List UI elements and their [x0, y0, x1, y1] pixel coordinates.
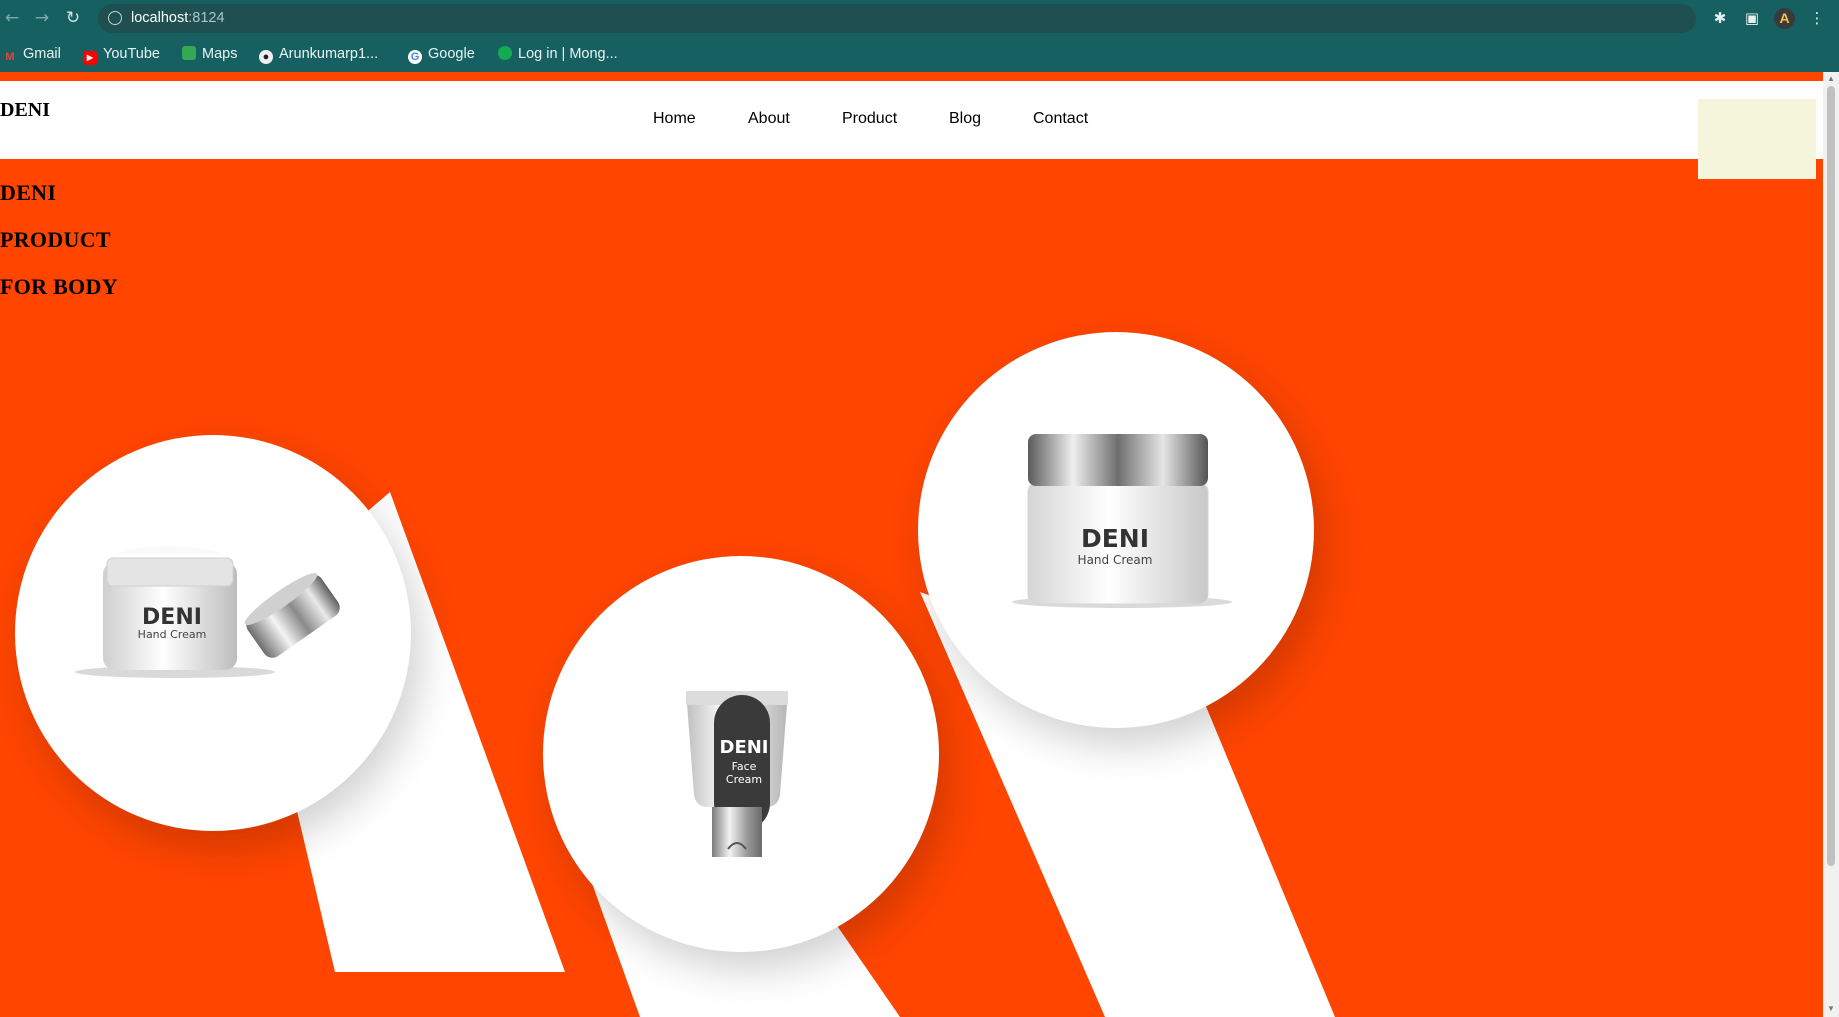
- bookmark-gmail[interactable]: M Gmail: [3, 44, 61, 64]
- kebab-menu-icon[interactable]: ⋮: [1808, 9, 1826, 27]
- header-dropdown-panel: [1698, 99, 1816, 179]
- nav-contact[interactable]: Contact: [1033, 110, 1088, 128]
- page-viewport: DENI Hand Cream DENI Face Cream DENI Han…: [0, 72, 1823, 1017]
- bookmark-label: Log in | Mong...: [518, 46, 618, 62]
- bookmark-label: Maps: [202, 46, 238, 62]
- bookmark-label: Gmail: [23, 46, 61, 62]
- scroll-down-icon[interactable]: ▼: [1826, 1004, 1836, 1014]
- bookmark-mongodb[interactable]: Log in | Mong...: [498, 44, 618, 64]
- address-bar[interactable]: localhost:8124: [98, 4, 1696, 33]
- hero-line-2: PRODUCT: [0, 227, 111, 252]
- product-name: Hand Cream: [138, 628, 207, 641]
- browser-toolbar: ← → ↻ localhost:8124 ✱ ▣ A ⋮: [0, 0, 1839, 37]
- hero-line-3: FOR BODY: [0, 274, 118, 299]
- nav-blog[interactable]: Blog: [949, 110, 981, 128]
- url-port: :8124: [188, 10, 225, 26]
- bookmark-youtube[interactable]: ▶ YouTube: [83, 44, 160, 65]
- bookmark-google[interactable]: G Google: [408, 44, 475, 64]
- mongodb-icon: [498, 46, 512, 60]
- gmail-icon: M: [5, 51, 15, 63]
- product-face-cream-tube[interactable]: DENI Face Cream: [670, 617, 810, 867]
- bookmark-label: Arunkumarp1...: [279, 46, 379, 62]
- maps-icon: [182, 46, 196, 60]
- url-host: localhost: [131, 10, 189, 26]
- product-name-line1: Face: [732, 760, 757, 773]
- scroll-up-icon[interactable]: ▲: [1826, 74, 1836, 84]
- page-scrollbar[interactable]: ▲ ▼: [1823, 72, 1839, 1017]
- bookmark-label: Google: [428, 46, 475, 62]
- github-icon: ●: [259, 50, 273, 64]
- google-icon: G: [408, 50, 422, 64]
- reload-icon[interactable]: ↻: [63, 8, 83, 28]
- product-name-line2: Cream: [726, 773, 762, 786]
- forward-icon[interactable]: →: [32, 8, 52, 28]
- product-name: Hand Cream: [1078, 553, 1153, 567]
- hero-line-1: DENI: [0, 180, 57, 205]
- profile-avatar[interactable]: A: [1774, 8, 1795, 29]
- product-brand: DENI: [1081, 524, 1149, 553]
- bookmark-maps[interactable]: Maps: [182, 44, 237, 64]
- bookmark-label: YouTube: [103, 46, 160, 62]
- bookmark-github[interactable]: ● Arunkumarp1...: [259, 44, 378, 64]
- nav-home[interactable]: Home: [653, 110, 696, 128]
- product-hand-cream-open-jar[interactable]: DENI Hand Cream: [65, 542, 355, 722]
- youtube-icon: ▶: [83, 51, 97, 65]
- side-panel-icon[interactable]: ▣: [1743, 9, 1761, 27]
- back-icon[interactable]: ←: [2, 8, 22, 28]
- product-hand-cream-jar[interactable]: DENI Hand Cream: [1010, 432, 1240, 622]
- nav-product[interactable]: Product: [842, 110, 897, 128]
- url-text[interactable]: localhost:8124: [131, 10, 225, 26]
- site-logo[interactable]: DENI: [0, 99, 50, 122]
- product-brand: DENI: [142, 605, 202, 630]
- site-info-icon[interactable]: [108, 11, 122, 25]
- bookmarks-bar: M Gmail ▶ YouTube Maps ● Arunkumarp1... G Go…: [0, 37, 1839, 72]
- extensions-icon[interactable]: ✱: [1711, 9, 1729, 27]
- site-header: DENI Home About Product Blog Contact: [0, 81, 1823, 159]
- product-brand: DENI: [720, 737, 769, 758]
- scrollbar-thumb[interactable]: [1827, 86, 1835, 866]
- nav-about[interactable]: About: [748, 110, 790, 128]
